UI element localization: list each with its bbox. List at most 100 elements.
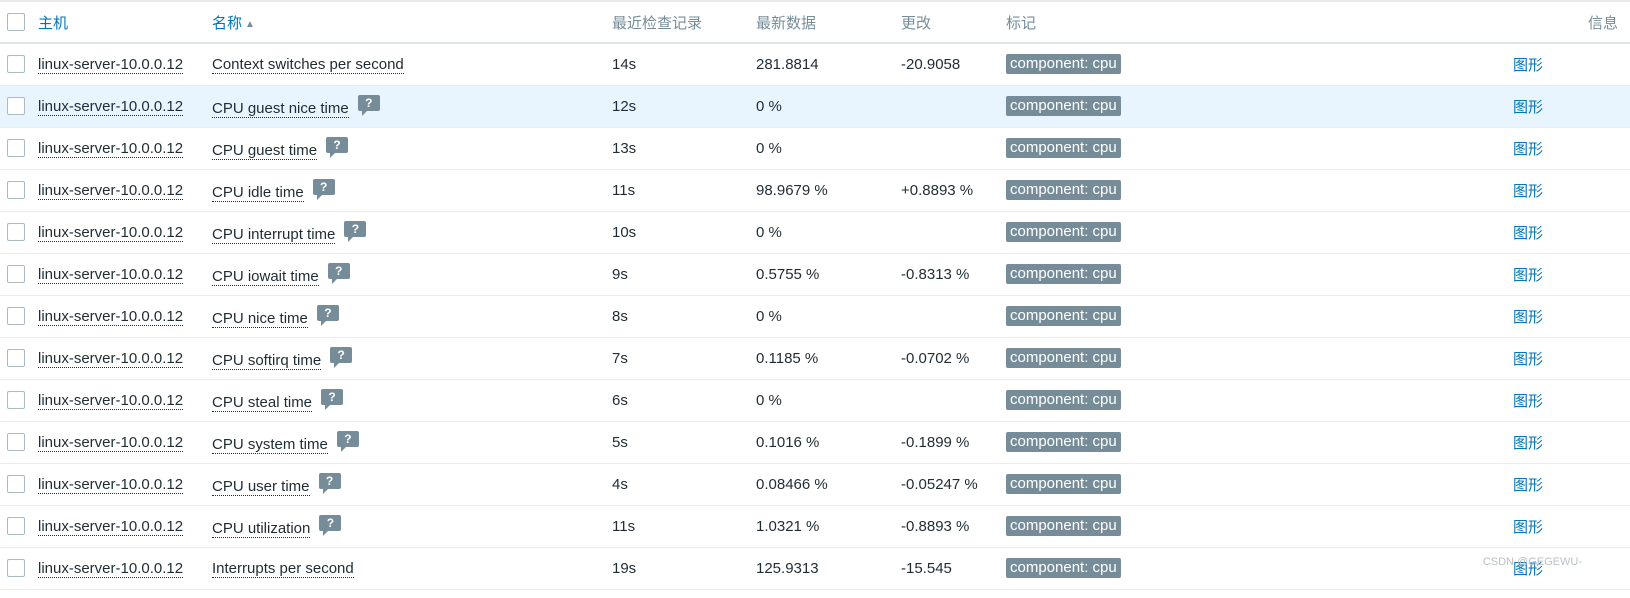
item-name-link[interactable]: Context switches per second (212, 55, 404, 74)
item-description-hint-icon[interactable]: ? (316, 305, 339, 326)
tag-badge[interactable]: component: cpu (1006, 264, 1121, 284)
last-check-cell: 9s (612, 265, 628, 283)
change-cell (897, 211, 1002, 253)
tag-badge[interactable]: component: cpu (1006, 138, 1121, 158)
last-check-cell: 7s (612, 349, 628, 367)
tag-badge[interactable]: component: cpu (1006, 558, 1121, 578)
table-row: linux-server-10.0.0.12 CPU idle time? 11… (0, 169, 1630, 211)
item-name-link[interactable]: CPU steal time (212, 394, 313, 412)
host-link[interactable]: linux-server-10.0.0.12 (38, 307, 184, 326)
graph-link[interactable]: 图形 (1513, 57, 1543, 74)
column-header-last-check: 最近检查记录 (612, 14, 703, 32)
info-cell (1581, 43, 1630, 85)
item-name-link[interactable]: CPU user time (212, 478, 310, 496)
tags-cell: component: cpu (1002, 211, 1509, 253)
item-name-link[interactable]: CPU nice time (212, 310, 308, 328)
graph-link[interactable]: 图形 (1513, 519, 1543, 536)
row-checkbox[interactable] (7, 55, 25, 74)
row-checkbox[interactable] (7, 349, 25, 368)
tag-badge[interactable]: component: cpu (1006, 54, 1121, 75)
graph-link[interactable]: 图形 (1513, 141, 1543, 158)
host-link[interactable]: linux-server-10.0.0.12 (38, 559, 184, 578)
row-checkbox[interactable] (7, 181, 25, 200)
host-cell: linux-server-10.0.0.12 (34, 463, 208, 505)
select-all-checkbox[interactable] (7, 13, 25, 32)
row-checkbox[interactable] (7, 517, 25, 536)
graph-link[interactable]: 图形 (1513, 393, 1543, 410)
last-value-cell: 0.1185 % (756, 349, 819, 367)
tag-badge[interactable]: component: cpu (1006, 432, 1121, 452)
tag-badge[interactable]: component: cpu (1006, 390, 1121, 410)
host-link[interactable]: linux-server-10.0.0.12 (38, 223, 184, 242)
item-name-link[interactable]: CPU iowait time (212, 268, 319, 286)
item-name-link[interactable]: CPU system time (212, 436, 328, 454)
graph-link[interactable]: 图形 (1513, 477, 1543, 494)
graph-link[interactable]: 图形 (1513, 99, 1543, 116)
row-select-cell (0, 463, 34, 505)
host-link[interactable]: linux-server-10.0.0.12 (38, 139, 184, 158)
host-link[interactable]: linux-server-10.0.0.12 (38, 97, 184, 116)
row-checkbox[interactable] (7, 475, 25, 494)
graph-link[interactable]: 图形 (1513, 267, 1543, 284)
host-link[interactable]: linux-server-10.0.0.12 (38, 55, 184, 74)
column-header-host[interactable]: 主机 (34, 2, 208, 43)
tags-cell: component: cpu (1002, 337, 1509, 379)
graph-link[interactable]: 图形 (1513, 309, 1543, 326)
info-cell (1581, 421, 1630, 463)
row-checkbox[interactable] (7, 223, 25, 242)
column-header-name[interactable]: 名称 ▲ (208, 2, 608, 43)
item-description-hint-icon[interactable]: ? (318, 473, 341, 494)
tag-badge[interactable]: component: cpu (1006, 180, 1121, 200)
host-link[interactable]: linux-server-10.0.0.12 (38, 181, 184, 200)
item-description-hint-icon[interactable]: ? (321, 389, 344, 410)
item-description-hint-icon[interactable]: ? (312, 179, 335, 200)
host-link[interactable]: linux-server-10.0.0.12 (38, 265, 184, 284)
item-name-link[interactable]: CPU utilization (212, 520, 311, 538)
item-description-hint-icon[interactable]: ? (357, 95, 380, 116)
row-checkbox[interactable] (7, 265, 25, 284)
last-check-cell: 19s (612, 559, 637, 577)
item-description-hint-icon[interactable]: ? (344, 221, 367, 242)
item-name-link[interactable]: CPU guest nice time (212, 100, 349, 118)
tags-cell: component: cpu (1002, 295, 1509, 337)
tag-badge[interactable]: component: cpu (1006, 348, 1121, 368)
row-checkbox[interactable] (7, 97, 25, 116)
row-checkbox[interactable] (7, 139, 25, 158)
graph-link[interactable]: 图形 (1513, 225, 1543, 242)
item-name-link[interactable]: Interrupts per second (212, 559, 354, 578)
tag-badge[interactable]: component: cpu (1006, 516, 1121, 536)
host-link[interactable]: linux-server-10.0.0.12 (38, 517, 184, 536)
row-checkbox[interactable] (7, 433, 25, 452)
item-name-link[interactable]: CPU interrupt time (212, 226, 336, 244)
item-name-link[interactable]: CPU idle time (212, 184, 304, 202)
tag-badge[interactable]: component: cpu (1006, 222, 1121, 242)
item-description-hint-icon[interactable]: ? (326, 137, 349, 158)
row-checkbox[interactable] (7, 391, 25, 410)
item-description-hint-icon[interactable]: ? (336, 431, 359, 452)
row-select-cell (0, 337, 34, 379)
tag-badge[interactable]: component: cpu (1006, 306, 1121, 326)
host-link[interactable]: linux-server-10.0.0.12 (38, 391, 184, 410)
item-name-link[interactable]: CPU guest time (212, 142, 318, 160)
tag-badge[interactable]: component: cpu (1006, 474, 1121, 494)
host-link[interactable]: linux-server-10.0.0.12 (38, 475, 184, 494)
row-checkbox[interactable] (7, 307, 25, 326)
graph-link[interactable]: 图形 (1513, 183, 1543, 200)
graph-link[interactable]: 图形 (1513, 351, 1543, 368)
last-check-cell: 5s (612, 433, 628, 451)
tags-cell: component: cpu (1002, 547, 1509, 589)
graph-link[interactable]: 图形 (1513, 435, 1543, 452)
host-link[interactable]: linux-server-10.0.0.12 (38, 349, 184, 368)
tag-badge[interactable]: component: cpu (1006, 96, 1121, 116)
item-description-hint-icon[interactable]: ? (319, 515, 342, 536)
item-name-cell: CPU guest time? (208, 127, 608, 169)
item-name-link[interactable]: CPU softirq time (212, 352, 322, 370)
row-select-cell (0, 43, 34, 85)
host-cell: linux-server-10.0.0.12 (34, 337, 208, 379)
host-link[interactable]: linux-server-10.0.0.12 (38, 433, 184, 452)
graph-cell: 图形 (1509, 421, 1581, 463)
item-description-hint-icon[interactable]: ? (327, 263, 350, 284)
info-cell (1581, 547, 1630, 589)
row-checkbox[interactable] (7, 559, 25, 578)
item-description-hint-icon[interactable]: ? (330, 347, 353, 368)
